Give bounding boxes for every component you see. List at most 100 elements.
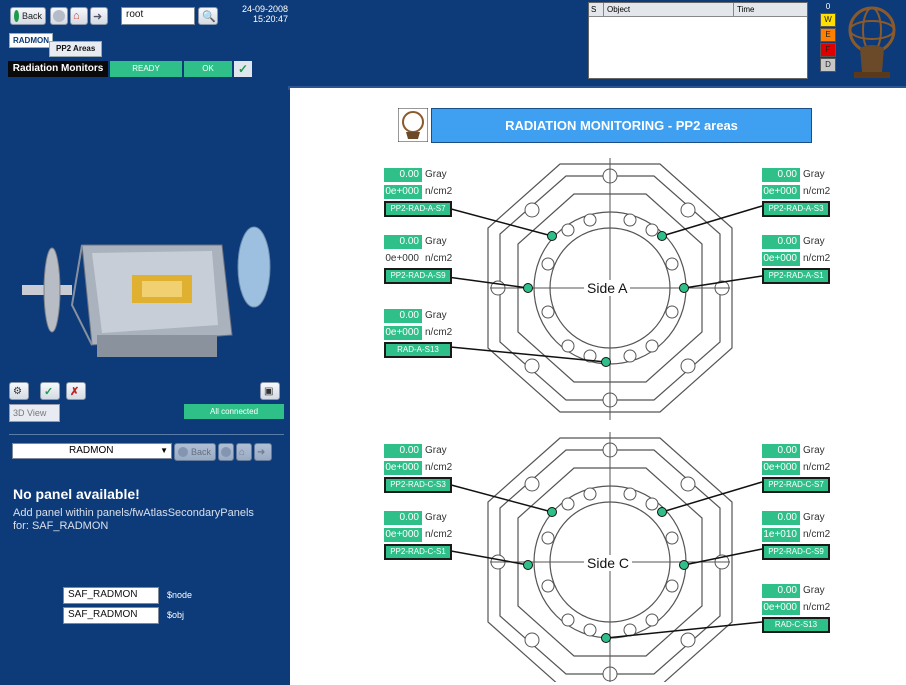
tab-pp2-areas[interactable]: PP2 Areas [49,41,103,57]
stop-icon [221,447,231,457]
state-badge: READY [110,61,182,77]
atlas-logo [848,6,896,78]
sensor-dot[interactable] [601,633,611,643]
sensor-dot[interactable] [657,507,667,517]
stop-icon [53,10,65,22]
obj-label: $obj [167,610,185,620]
sensor-id-tag[interactable]: PP2-RAD-C-S7 [762,477,830,493]
forward-arrow-icon: ➜ [93,10,103,23]
dose-value: 0.00 [384,168,422,182]
sensor-id-tag[interactable]: PP2-RAD-A-S1 [762,268,830,284]
back-button[interactable]: Back [10,7,46,25]
status-badge: OK [184,61,232,77]
dose-unit: Gray [803,445,825,456]
nav-stop-button[interactable] [218,443,234,461]
sensor-pp2-rad-c-s1[interactable]: 0.00 Gray 0e+000 n/cm2 PP2-RAD-C-S1 [384,511,456,561]
time-text: 15:20:47 [252,14,288,24]
no-panel-message: Add panel within panels/fwAtlasSecondary… [13,507,254,532]
sensor-pp2-rad-c-s9[interactable]: 0.00 Gray 1e+010 n/cm2 PP2-RAD-C-S9 [762,511,834,561]
search-button[interactable]: 🔍 [198,7,218,25]
dropdown-value: RADMON [69,445,114,456]
sensor-dot[interactable] [657,231,667,241]
sensor-dot[interactable] [679,283,689,293]
sensor-dot[interactable] [547,507,557,517]
stop-button[interactable] [50,7,68,25]
sensor-id-tag[interactable]: PP2-RAD-C-S3 [384,477,452,493]
node-label: $node [167,590,193,600]
sensor-pp2-rad-c-s3[interactable]: 0.00 Gray 0e+000 n/cm2 PP2-RAD-C-S3 [384,444,456,494]
sensor-dot[interactable] [523,560,533,570]
severity-level-d[interactable]: D [820,58,836,72]
settings-icon: ⚙ [13,385,22,397]
home-icon: ⌂ [239,446,246,458]
fluence-unit: n/cm2 [803,186,831,197]
sensor-pp2-rad-a-s3[interactable]: 0.00 Gray 0e+000 n/cm2 PP2-RAD-A-S3 [762,168,834,218]
user-field[interactable]: root [121,7,195,25]
sensor-id-tag[interactable]: RAD-A-S13 [384,342,452,358]
alarm-col-s[interactable]: S [589,3,604,16]
fluence-value: 0e+000 [384,185,422,199]
sensor-id-tag[interactable]: PP2-RAD-A-S7 [384,201,452,217]
dose-value: 0.00 [762,235,800,249]
obj-field[interactable]: SAF_RADMON [63,607,159,624]
sensor-dot[interactable] [523,283,533,293]
sensor-dot[interactable] [601,357,611,367]
dose-unit: Gray [425,236,447,247]
fluence-value: 1e+010 [762,528,800,542]
dose-unit: Gray [803,512,825,523]
ok-check-icon[interactable]: ✓ [234,61,252,77]
sensor-rad-a-s13[interactable]: 0.00 Gray 0e+000 n/cm2 RAD-A-S13 [384,309,456,359]
fluence-unit: n/cm2 [425,327,453,338]
fluence-unit: n/cm2 [425,462,453,473]
reject-button[interactable]: ✗ [66,382,86,400]
home-icon: ⌂ [73,10,80,22]
sensor-pp2-rad-a-s7[interactable]: 0.00 Gray 0e+000 n/cm2 PP2-RAD-A-S7 [384,168,456,218]
node-field[interactable]: SAF_RADMON [63,587,159,604]
3d-view-button[interactable]: 3D View [9,404,60,422]
sensor-pp2-rad-a-s9[interactable]: 0.00 Gray 0e+000 n/cm2 PP2-RAD-A-S9 [384,235,456,285]
sensor-dot[interactable] [679,560,689,570]
sensor-id-tag[interactable]: PP2-RAD-C-S9 [762,544,830,560]
connection-status: All connected [184,404,284,419]
fluence-value: 0e+000 [762,461,800,475]
sensor-id-tag[interactable]: RAD-C-S13 [762,617,830,633]
fluence-unit: n/cm2 [803,253,831,264]
nav-back-button[interactable]: Back [174,443,216,461]
sensor-pp2-rad-a-s1[interactable]: 0.00 Gray 0e+000 n/cm2 PP2-RAD-A-S1 [762,235,834,285]
sensor-id-tag[interactable]: PP2-RAD-A-S3 [762,201,830,217]
fluence-value: 0e+000 [384,326,422,340]
settings-button[interactable]: ⚙ [9,382,29,400]
fluence-unit: n/cm2 [803,602,831,613]
home-button[interactable]: ⌂ [70,7,88,25]
back-arrow-icon [14,10,19,22]
alarm-col-time[interactable]: Time [734,3,807,16]
dose-unit: Gray [425,169,447,180]
detector-3d-image[interactable] [22,205,272,370]
dose-unit: Gray [803,169,825,180]
accept-button[interactable]: ✓ [40,382,60,400]
nav-forward-button[interactable]: ➜ [254,443,272,461]
clock: 24-09-2008 15:20:47 [228,4,288,24]
fluence-value: 0e+000 [384,461,422,475]
panel-dropdown[interactable]: RADMON ▼ [12,443,172,459]
fluence-value: 0e+000 [762,601,800,615]
sensor-dot[interactable] [547,231,557,241]
save-button[interactable]: ▣ [260,382,280,400]
sensor-pp2-rad-c-s7[interactable]: 0.00 Gray 0e+000 n/cm2 PP2-RAD-C-S7 [762,444,834,494]
tab-radmon[interactable]: RADMON [9,33,53,48]
dose-value: 0.00 [762,168,800,182]
forward-button[interactable]: ➜ [90,7,108,25]
sensor-id-tag[interactable]: PP2-RAD-C-S1 [384,544,452,560]
severity-level-w[interactable]: W [820,13,836,27]
nav-home-button[interactable]: ⌂ [236,443,252,461]
sensor-rad-c-s13[interactable]: 0.00 Gray 0e+000 n/cm2 RAD-C-S13 [762,584,834,634]
alarm-table[interactable]: S Object Time [588,2,808,79]
alarm-col-object[interactable]: Object [604,3,734,16]
dose-value: 0.00 [762,511,800,525]
severity-level-f[interactable]: F [820,43,836,57]
severity-level-e[interactable]: E [820,28,836,42]
sensor-id-tag[interactable]: PP2-RAD-A-S9 [384,268,452,284]
fluence-value: 0e+000 [385,253,419,264]
search-icon: 🔍 [202,10,216,23]
severity-count: 0 [825,2,831,11]
